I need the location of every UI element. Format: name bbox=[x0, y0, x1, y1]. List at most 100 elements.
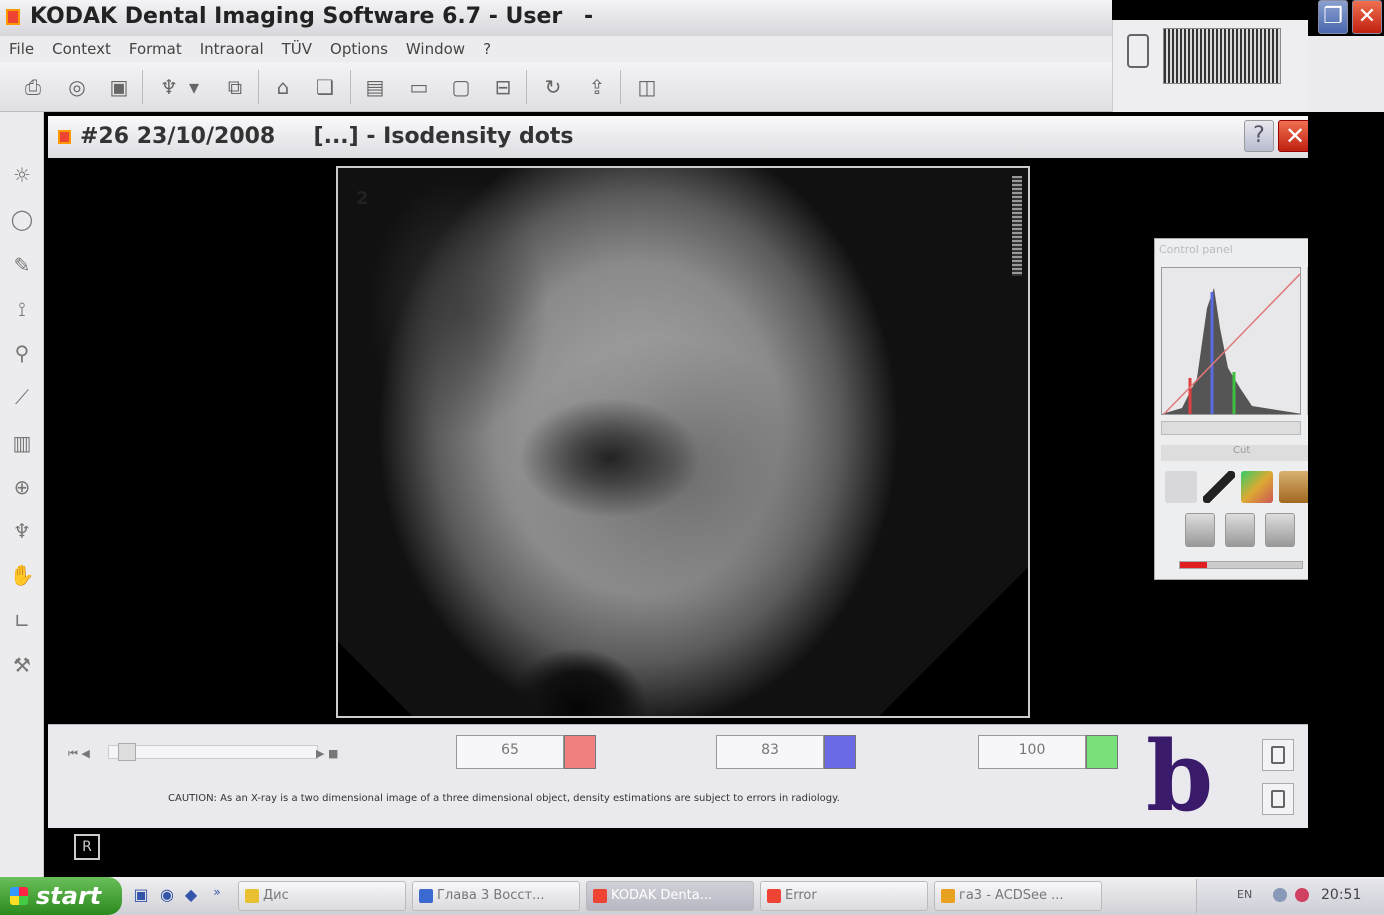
density-value-2[interactable]: 83 bbox=[716, 735, 824, 769]
copy-icon[interactable]: ❏ bbox=[310, 72, 340, 102]
menu-file[interactable]: File bbox=[0, 36, 43, 62]
toolbar-separator bbox=[258, 70, 259, 104]
panel-icon[interactable]: ▤ bbox=[360, 72, 390, 102]
word-document-icon bbox=[419, 889, 433, 903]
restore-button[interactable]: ❐ bbox=[1318, 0, 1348, 34]
scan-icon[interactable]: ⧉ bbox=[220, 72, 250, 102]
timeline-end-controls[interactable]: ▶ ■ bbox=[316, 747, 356, 763]
implant-icon[interactable]: ⚒ bbox=[7, 650, 37, 680]
document-close-button[interactable]: ✕ bbox=[1278, 120, 1312, 152]
measure-icon[interactable]: ⟟ bbox=[7, 294, 37, 324]
menu-bar: File Context Format Intraoral TÜV Options Wind… bbox=[0, 36, 1112, 62]
tray-icon[interactable]: ⊟ bbox=[488, 72, 518, 102]
contrast-icon[interactable] bbox=[1203, 471, 1235, 503]
density-swatch-1[interactable] bbox=[564, 735, 596, 769]
disc-icon[interactable]: ◎ bbox=[62, 72, 92, 102]
histogram[interactable] bbox=[1161, 267, 1301, 415]
menu-intraoral[interactable]: Intraoral bbox=[191, 36, 273, 62]
menu-help[interactable]: ? bbox=[474, 36, 500, 62]
layout-icon[interactable]: ▢ bbox=[446, 72, 476, 102]
import-button[interactable] bbox=[1262, 739, 1294, 771]
printer-icon[interactable]: ⎙ bbox=[18, 72, 48, 102]
globe-icon[interactable]: ⊕ bbox=[7, 472, 37, 502]
circle-icon[interactable]: ◯ bbox=[7, 204, 37, 234]
panoramic-thumbnail[interactable] bbox=[1163, 28, 1281, 84]
panoramic-icon[interactable]: ▭ bbox=[404, 72, 434, 102]
texture-icon[interactable] bbox=[1279, 471, 1311, 503]
start-button[interactable]: start bbox=[0, 877, 122, 915]
control-panel: Control panel Cut bbox=[1154, 238, 1326, 580]
level-slider[interactable] bbox=[1161, 421, 1301, 435]
media-icon[interactable]: ◆ bbox=[182, 885, 200, 905]
task-item-4[interactable]: Error bbox=[760, 881, 928, 911]
density-value-3[interactable]: 100 bbox=[978, 735, 1086, 769]
task-item-1[interactable]: Дис bbox=[238, 881, 406, 911]
brightness-icon[interactable]: ☼ bbox=[7, 160, 37, 190]
intensity-bar bbox=[1179, 561, 1303, 569]
density-swatch-2[interactable] bbox=[824, 735, 856, 769]
document-title-bar: #26 23/10/2008 [...] - Isodensity dots bbox=[48, 116, 1318, 158]
task-item-5[interactable]: га3 - ACDSee ... bbox=[934, 881, 1102, 911]
task-item-2[interactable]: Глава 3 Восст... bbox=[412, 881, 580, 911]
task-label-5: га3 - ACDSee ... bbox=[959, 888, 1064, 903]
rotate-icon[interactable]: ↻ bbox=[538, 72, 568, 102]
app-title: KODAK Dental Imaging Software 6.7 - User bbox=[30, 4, 563, 29]
menu-tuv[interactable]: TÜV bbox=[273, 36, 321, 62]
arrows-icon[interactable] bbox=[1165, 471, 1197, 503]
menu-format[interactable]: Format bbox=[120, 36, 191, 62]
angle-icon[interactable]: ∟ bbox=[7, 606, 37, 636]
app-title-suffix: - bbox=[583, 4, 594, 29]
film-icon[interactable]: ▣ bbox=[104, 72, 134, 102]
app-icon bbox=[6, 9, 20, 25]
tooth-tool-icon[interactable]: ♆ bbox=[7, 516, 37, 546]
layers-icon[interactable]: ▥ bbox=[7, 428, 37, 458]
toolbar-separator bbox=[142, 70, 143, 104]
grayscale-icon[interactable] bbox=[1225, 513, 1255, 547]
magnify-icon[interactable]: ⚲ bbox=[7, 338, 37, 368]
app-title-bar: KODAK Dental Imaging Software 6.7 - User… bbox=[0, 0, 1112, 36]
taskbar: start ▣ ◉ ◆ » Дис Глава 3 Восст... KODAK… bbox=[0, 877, 1384, 915]
export-button[interactable] bbox=[1262, 783, 1294, 815]
timeline-track[interactable] bbox=[108, 745, 318, 759]
pseudo-3d-icon[interactable] bbox=[1185, 513, 1215, 547]
desktop-icon[interactable]: ▣ bbox=[132, 885, 150, 905]
menu-window[interactable]: Window bbox=[397, 36, 474, 62]
export-doc-icon bbox=[1271, 790, 1285, 808]
network-icon[interactable] bbox=[1273, 888, 1287, 902]
menu-options[interactable]: Options bbox=[321, 36, 397, 62]
image-marker: 2 bbox=[356, 188, 369, 209]
close-button[interactable]: ✕ bbox=[1352, 0, 1382, 34]
error-icon bbox=[767, 889, 781, 903]
sensor-icon[interactable] bbox=[1127, 34, 1149, 68]
toolbar-separator bbox=[526, 70, 527, 104]
color-map-icon[interactable] bbox=[1241, 471, 1273, 503]
export-icon[interactable]: ⇪ bbox=[582, 72, 612, 102]
task-item-3[interactable]: KODAK Denta... bbox=[586, 881, 754, 911]
cut-row[interactable]: Cut bbox=[1161, 445, 1319, 461]
home-icon[interactable]: ⌂ bbox=[268, 72, 298, 102]
language-indicator[interactable]: EN bbox=[1237, 888, 1252, 901]
acdsee-icon bbox=[941, 889, 955, 903]
kodak-app-icon bbox=[593, 889, 607, 903]
tooth-icon[interactable]: ♆ bbox=[154, 72, 184, 102]
dropdown-arrow-icon[interactable]: ▾ bbox=[186, 72, 202, 102]
timeline-thumb[interactable] bbox=[118, 743, 136, 761]
window-controls-area bbox=[1308, 36, 1384, 112]
import-icon bbox=[1271, 746, 1285, 764]
browser-icon[interactable]: ◉ bbox=[158, 885, 176, 905]
quicklaunch-more-icon[interactable]: » bbox=[208, 885, 226, 905]
xray-image[interactable]: 2 bbox=[336, 166, 1030, 718]
hand-icon[interactable]: ✋ bbox=[7, 560, 37, 590]
ruler-icon[interactable]: ⟋ bbox=[7, 382, 37, 412]
density-value-1[interactable]: 65 bbox=[456, 735, 564, 769]
density-swatch-3[interactable] bbox=[1086, 735, 1118, 769]
antivirus-icon[interactable] bbox=[1295, 888, 1309, 902]
film-strip-icon[interactable] bbox=[1265, 513, 1295, 547]
isodensity-panel: ⏮ ◀ ▶ ■ 65 83 100 CAUTION: As an X-ray i… bbox=[48, 724, 1312, 828]
toolbar-separator bbox=[620, 70, 621, 104]
start-label: start bbox=[36, 882, 102, 910]
menu-context[interactable]: Context bbox=[43, 36, 120, 62]
pen-icon[interactable]: ✎ bbox=[7, 250, 37, 280]
frame-icon[interactable]: ◫ bbox=[632, 72, 662, 102]
help-button[interactable]: ? bbox=[1244, 120, 1274, 152]
